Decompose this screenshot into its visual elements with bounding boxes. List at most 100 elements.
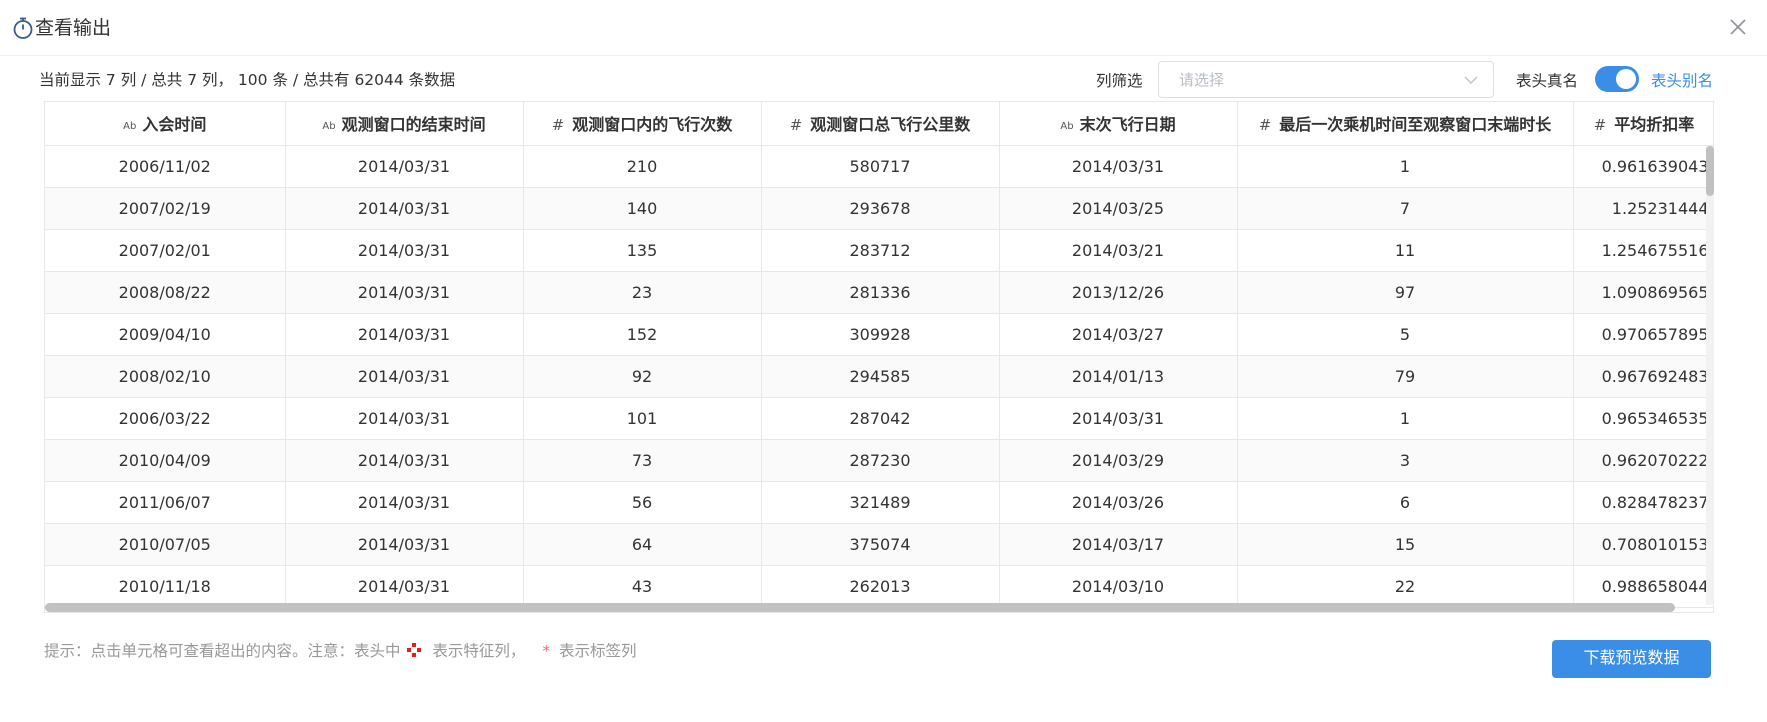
hint-label: 表示标签列 (559, 642, 637, 660)
table-cell[interactable]: 375074 (761, 523, 1000, 566)
table-cell[interactable]: 2014/03/31 (285, 481, 524, 524)
table-cell[interactable]: 152 (523, 313, 762, 356)
table-cell[interactable]: 1.25231444 (1573, 187, 1713, 230)
download-preview-button[interactable]: 下载预览数据 (1552, 640, 1711, 678)
table-cell[interactable]: 2014/03/31 (285, 397, 524, 440)
column-header-2[interactable]: # 观测窗口内的飞行次数 (523, 102, 762, 146)
table-cell[interactable]: 0.965346535 (1573, 397, 1713, 440)
table-cell[interactable]: 2014/03/31 (285, 145, 524, 188)
table-cell[interactable]: 2014/03/31 (285, 187, 524, 230)
vertical-scroll-track (1706, 146, 1714, 605)
table-cell[interactable]: 3 (1237, 439, 1574, 482)
table-cell[interactable]: 2014/01/13 (999, 355, 1238, 398)
table-cell[interactable]: 79 (1237, 355, 1574, 398)
table-cell[interactable]: 73 (523, 439, 762, 482)
table-cell[interactable]: 2014/03/21 (999, 229, 1238, 272)
table-cell[interactable]: 2013/12/26 (999, 271, 1238, 314)
table-cell[interactable]: 287042 (761, 397, 1000, 440)
column-header-6[interactable]: # 平均折扣率 (1573, 102, 1713, 146)
table-cell[interactable]: 2010/04/09 (45, 439, 286, 482)
table-cell[interactable]: 101 (523, 397, 762, 440)
table-cell[interactable]: 1 (1237, 397, 1574, 440)
table-cell[interactable]: 1.090869565 (1573, 271, 1713, 314)
table-cell[interactable]: 2008/08/22 (45, 271, 286, 314)
table-cell[interactable]: 321489 (761, 481, 1000, 524)
table-cell[interactable]: 15 (1237, 523, 1574, 566)
table-cell[interactable]: 0.970657895 (1573, 313, 1713, 356)
table-cell[interactable]: 283712 (761, 229, 1000, 272)
table-cell[interactable]: 2006/11/02 (45, 145, 286, 188)
table-cell[interactable]: 135 (523, 229, 762, 272)
header-name-toggle[interactable] (1595, 66, 1639, 92)
column-header-label: 最后一次乘机时间至观察窗口末端时长 (1279, 115, 1552, 135)
table-cell[interactable]: 2014/03/29 (999, 439, 1238, 482)
column-header-1[interactable]: Ab 观测窗口的结束时间 (285, 102, 524, 146)
footer-hint: 提示：点击单元格可查看超出的内容。注意：表头中 表示特征列， * 表示标签列 (44, 640, 637, 662)
table-cell[interactable]: 0.988658044 (1573, 565, 1713, 608)
table-cell[interactable]: 2009/04/10 (45, 313, 286, 356)
table-row: 2010/07/05 2014/03/31 64 375074 2014/03/17 15… (45, 523, 1713, 566)
table-cell[interactable]: 2007/02/01 (45, 229, 286, 272)
table-cell[interactable]: 92 (523, 355, 762, 398)
table-cell[interactable]: 1.254675516 (1573, 229, 1713, 272)
table-cell[interactable]: 294585 (761, 355, 1000, 398)
table-cell[interactable]: 2014/03/31 (999, 397, 1238, 440)
close-icon[interactable] (1727, 16, 1749, 38)
table-cell[interactable]: 97 (1237, 271, 1574, 314)
column-filter-select[interactable]: 请选择 (1158, 61, 1494, 98)
table-row: 2011/06/07 2014/03/31 56 321489 2014/03/26 6 0… (45, 481, 1713, 524)
table-cell[interactable]: 2014/03/31 (999, 145, 1238, 188)
table-cell[interactable]: 11 (1237, 229, 1574, 272)
column-header-label: 观测窗口的结束时间 (341, 115, 486, 135)
table-cell[interactable]: 0.961639043 (1573, 145, 1713, 188)
table-cell[interactable]: 2014/03/31 (285, 355, 524, 398)
table-cell[interactable]: 64 (523, 523, 762, 566)
table-cell[interactable]: 22 (1237, 565, 1574, 608)
table-cell[interactable]: 0.708010153 (1573, 523, 1713, 566)
table-cell[interactable]: 140 (523, 187, 762, 230)
table-cell[interactable]: 43 (523, 565, 762, 608)
table-cell[interactable]: 6 (1237, 481, 1574, 524)
table-cell[interactable]: 23 (523, 271, 762, 314)
table-cell[interactable]: 2014/03/31 (285, 523, 524, 566)
table-cell[interactable]: 262013 (761, 565, 1000, 608)
column-header-4[interactable]: Ab 末次飞行日期 (999, 102, 1238, 146)
table-cell[interactable]: 2014/03/17 (999, 523, 1238, 566)
table-cell[interactable]: 2006/03/22 (45, 397, 286, 440)
table-cell[interactable]: 2007/02/19 (45, 187, 286, 230)
table-cell[interactable]: 2011/06/07 (45, 481, 286, 524)
table-cell[interactable]: 2014/03/26 (999, 481, 1238, 524)
column-header-0[interactable]: Ab 入会时间 (45, 102, 286, 146)
table-cell[interactable]: 2008/02/10 (45, 355, 286, 398)
horizontal-scrollbar[interactable] (45, 603, 1675, 612)
table-cell[interactable]: 2014/03/27 (999, 313, 1238, 356)
vertical-scrollbar[interactable] (1706, 146, 1714, 196)
column-header-5[interactable]: # 最后一次乘机时间至观察窗口末端时长 (1237, 102, 1574, 146)
label-star: * (542, 642, 551, 660)
table-cell[interactable]: 2014/03/31 (285, 565, 524, 608)
table-cell[interactable]: 287230 (761, 439, 1000, 482)
table-cell[interactable]: 2014/03/25 (999, 187, 1238, 230)
table-cell[interactable]: 281336 (761, 271, 1000, 314)
table-cell[interactable]: 5 (1237, 313, 1574, 356)
table-cell[interactable]: 7 (1237, 187, 1574, 230)
table-cell[interactable]: 2014/03/31 (285, 439, 524, 482)
table-cell[interactable]: 0.967692483 (1573, 355, 1713, 398)
table-cell[interactable]: 0.828478237 (1573, 481, 1713, 524)
table-cell[interactable]: 2014/03/31 (285, 313, 524, 356)
table-cell[interactable]: 56 (523, 481, 762, 524)
table-cell[interactable]: 309928 (761, 313, 1000, 356)
table-cell[interactable]: 2014/03/10 (999, 565, 1238, 608)
header-alias-label[interactable]: 表头别名 (1651, 69, 1713, 93)
column-header-3[interactable]: # 观测窗口总飞行公里数 (761, 102, 1000, 146)
table-cell[interactable]: 0.962070222 (1573, 439, 1713, 482)
table-cell[interactable]: 210 (523, 145, 762, 188)
table-cell[interactable]: 1 (1237, 145, 1574, 188)
table-cell[interactable]: 2010/11/18 (45, 565, 286, 608)
table-cell[interactable]: 293678 (761, 187, 1000, 230)
table-cell[interactable]: 580717 (761, 145, 1000, 188)
table-cell[interactable]: 2014/03/31 (285, 229, 524, 272)
table-cell[interactable]: 2014/03/31 (285, 271, 524, 314)
table-cell[interactable]: 2010/07/05 (45, 523, 286, 566)
table-row: 2007/02/19 2014/03/31 140 293678 2014/03/25 7… (45, 187, 1713, 230)
